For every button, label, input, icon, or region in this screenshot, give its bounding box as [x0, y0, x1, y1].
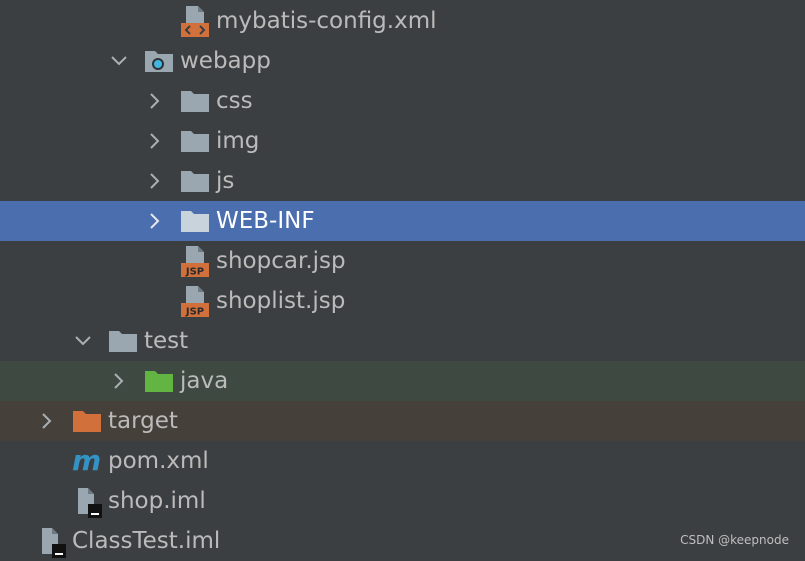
xml-file-icon	[180, 1, 212, 41]
tree-item-label: shoplist.jsp	[216, 288, 346, 314]
web-folder-icon	[144, 41, 176, 81]
iml-file-icon	[72, 481, 104, 521]
jsp-file-icon: JSP	[180, 241, 212, 281]
tree-item-label: js	[216, 168, 235, 194]
tree-item-mybatis-config[interactable]: mybatis-config.xml	[0, 1, 805, 41]
tree-item-js[interactable]: js	[0, 161, 805, 201]
tree-item-label: java	[180, 368, 229, 394]
tree-item-shoplist-jsp[interactable]: JSP shoplist.jsp	[0, 281, 805, 321]
tree-item-web-inf[interactable]: WEB-INF	[0, 201, 805, 241]
chevron-down-icon[interactable]	[72, 321, 94, 361]
folder-icon	[180, 201, 212, 241]
folder-icon	[108, 321, 140, 361]
tree-item-test-java[interactable]: java	[0, 361, 805, 401]
chevron-right-icon[interactable]	[144, 161, 166, 201]
chevron-right-icon[interactable]	[108, 361, 130, 401]
maven-file-icon: m	[72, 441, 104, 481]
folder-icon	[180, 81, 212, 121]
svg-text:JSP: JSP	[185, 307, 204, 318]
chevron-right-icon[interactable]	[36, 401, 58, 441]
tree-item-pom-xml[interactable]: m pom.xml	[0, 441, 805, 481]
excluded-folder-icon	[72, 401, 104, 441]
test-source-folder-icon	[144, 361, 176, 401]
tree-item-target[interactable]: target	[0, 401, 805, 441]
tree-item-css[interactable]: css	[0, 81, 805, 121]
iml-file-icon	[36, 521, 68, 561]
tree-item-label: css	[216, 88, 253, 114]
tree-item-test[interactable]: test	[0, 321, 805, 361]
tree-item-label: img	[216, 128, 260, 154]
tree-item-img[interactable]: img	[0, 121, 805, 161]
svg-text:JSP: JSP	[185, 267, 204, 278]
tree-item-label: ClassTest.iml	[72, 528, 221, 554]
tree-item-webapp[interactable]: webapp	[0, 41, 805, 81]
tree-item-label: shopcar.jsp	[216, 248, 346, 274]
chevron-right-icon[interactable]	[144, 81, 166, 121]
tree-item-label: WEB-INF	[216, 208, 315, 234]
tree-item-label: target	[108, 408, 178, 434]
tree-item-label: webapp	[180, 48, 271, 74]
chevron-down-icon[interactable]	[108, 41, 130, 81]
tree-item-shopcar-jsp[interactable]: JSP shopcar.jsp	[0, 241, 805, 281]
svg-text:m: m	[72, 446, 101, 476]
folder-icon	[180, 161, 212, 201]
folder-icon	[180, 121, 212, 161]
tree-item-shop-iml[interactable]: shop.iml	[0, 481, 805, 521]
tree-item-label: shop.iml	[108, 488, 206, 514]
project-tree: mybatis-config.xml webapp css img js WEB…	[0, 0, 805, 558]
chevron-right-icon[interactable]	[144, 201, 166, 241]
jsp-file-icon: JSP	[180, 281, 212, 321]
watermark: CSDN @keepnode	[680, 533, 789, 547]
tree-item-label: test	[144, 328, 189, 354]
tree-item-label: pom.xml	[108, 448, 209, 474]
chevron-right-icon[interactable]	[144, 121, 166, 161]
tree-item-label: mybatis-config.xml	[216, 8, 437, 34]
